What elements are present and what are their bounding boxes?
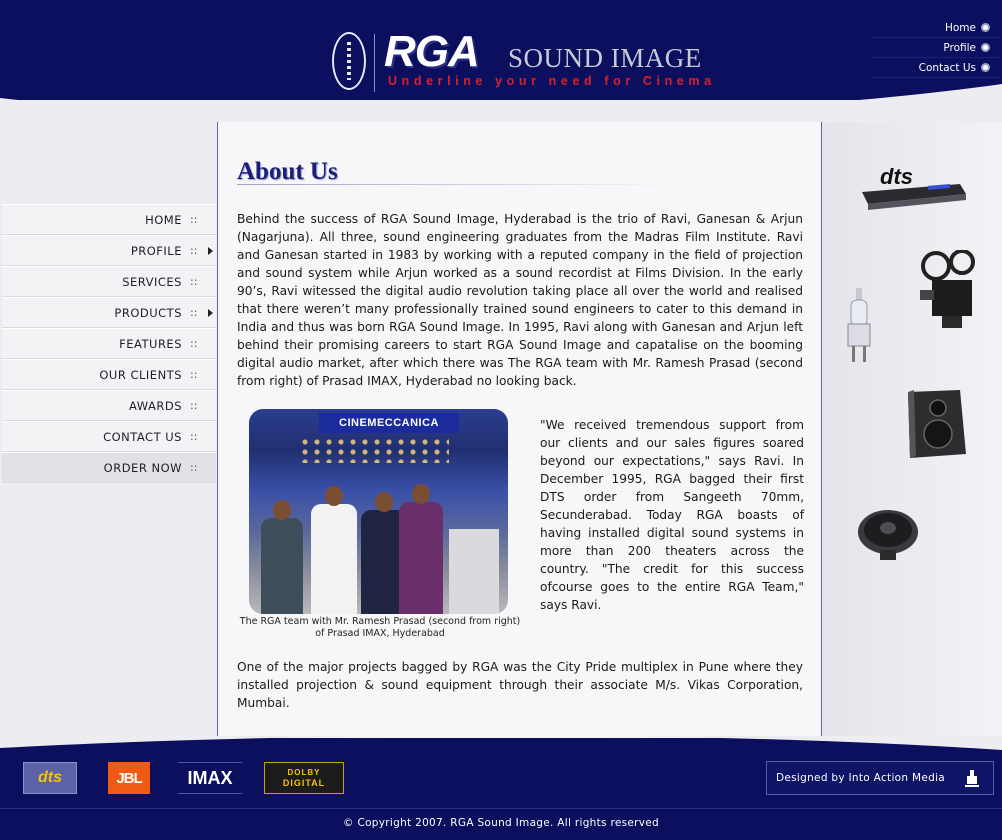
svg-text:dts: dts bbox=[880, 164, 913, 189]
bullet-icon bbox=[981, 63, 990, 72]
logo-divider bbox=[374, 34, 375, 92]
top-nav-profile-label: Profile bbox=[943, 41, 976, 54]
sidebar-item-separator: :: bbox=[190, 399, 198, 412]
about-paragraph-1: Behind the success of RGA Sound Image, H… bbox=[237, 212, 803, 388]
submenu-arrow-icon bbox=[208, 309, 213, 317]
sidebar-item-separator: :: bbox=[190, 275, 198, 288]
sidebar-item-products[interactable]: PRODUCTS :: bbox=[2, 297, 216, 328]
sidebar-item-label: OUR CLIENTS bbox=[99, 367, 182, 382]
imax-logo[interactable]: IMAX bbox=[178, 762, 242, 794]
sidebar-nav: HOME :: PROFILE :: SERVICES :: PRODUCTS … bbox=[2, 204, 216, 483]
quote-paragraph: "We received tremendous support from our… bbox=[540, 418, 804, 612]
dolby-logo-top: DOLBY bbox=[287, 768, 321, 777]
sidebar-item-label: PROFILE bbox=[130, 243, 182, 258]
designer-logo-icon bbox=[965, 770, 979, 787]
page-title: About Us bbox=[237, 158, 338, 185]
logo-tagline: Underline your need for Cinema bbox=[388, 74, 716, 88]
sidebar-item-contact-us[interactable]: CONTACT US :: bbox=[2, 421, 216, 452]
film-projector-image bbox=[920, 250, 975, 328]
designer-credit-label: Designed by Into Action Media bbox=[776, 772, 946, 784]
dts-processor-image: dts bbox=[862, 164, 966, 210]
sidebar-item-order-now[interactable]: ORDER NOW :: bbox=[2, 452, 216, 483]
sidebar-item-label: SERVICES bbox=[122, 274, 182, 289]
sidebar-item-separator: :: bbox=[190, 337, 198, 350]
jbl-logo[interactable]: JBL bbox=[108, 762, 150, 794]
dolby-digital-logo[interactable]: DOLBY DIGITAL bbox=[264, 762, 344, 794]
sidebar-item-separator: :: bbox=[190, 461, 198, 474]
sidebar-item-separator: :: bbox=[190, 368, 198, 381]
photo-person bbox=[261, 500, 303, 614]
left-column: HOME :: PROFILE :: SERVICES :: PRODUCTS … bbox=[0, 122, 218, 742]
right-column: dts bbox=[822, 122, 1002, 742]
bullet-icon bbox=[981, 43, 990, 52]
footer-divider bbox=[0, 808, 1002, 809]
page-body: HOME :: PROFILE :: SERVICES :: PRODUCTS … bbox=[0, 100, 1002, 748]
sidebar-item-profile[interactable]: PROFILE :: bbox=[2, 235, 216, 266]
sidebar-item-label: AWARDS bbox=[129, 398, 182, 413]
woofer-driver-image bbox=[858, 510, 918, 560]
photo-lights bbox=[299, 437, 449, 463]
photo-person bbox=[311, 486, 357, 614]
sidebar-item-separator: :: bbox=[190, 430, 198, 443]
film-reel-icon bbox=[332, 32, 366, 90]
photo-caption: The RGA team with Mr. Ramesh Prasad (sec… bbox=[239, 616, 521, 639]
designer-credit-link[interactable]: Designed by Into Action Media bbox=[766, 761, 994, 795]
logo-sound-image-text: SOUND IMAGE bbox=[508, 43, 702, 73]
main-content: About Us Behind the success of RGA Sound… bbox=[218, 122, 822, 742]
top-nav-home-label: Home bbox=[944, 21, 976, 34]
sidebar-item-label: PRODUCTS bbox=[114, 305, 182, 320]
title-underline bbox=[237, 184, 677, 185]
photo-person bbox=[399, 484, 443, 614]
sidebar-item-services[interactable]: SERVICES :: bbox=[2, 266, 216, 297]
photo-banner-text: CINEMECCANICA bbox=[319, 413, 459, 433]
bullet-icon bbox=[981, 23, 990, 32]
sidebar-item-label: HOME bbox=[145, 212, 182, 227]
logo-rga-text: RGA bbox=[384, 27, 480, 76]
footer-curve bbox=[0, 736, 1002, 750]
projector-lamp-image bbox=[847, 288, 871, 362]
copyright-text: © Copyright 2007. RGA Sound Image. All r… bbox=[343, 817, 659, 829]
top-nav-profile[interactable]: Profile bbox=[872, 38, 1000, 58]
sidebar-item-separator: :: bbox=[190, 244, 198, 257]
sidebar-item-separator: :: bbox=[190, 213, 198, 226]
dts-logo[interactable]: dts bbox=[23, 762, 77, 794]
submenu-arrow-icon bbox=[208, 247, 213, 255]
site-logo[interactable]: RGA SOUND IMAGE Underline your need for … bbox=[332, 30, 752, 96]
sidebar-item-features[interactable]: FEATURES :: bbox=[2, 328, 216, 359]
sidebar-item-label: CONTACT US bbox=[103, 429, 182, 444]
top-nav-contact[interactable]: Contact Us bbox=[872, 58, 1000, 78]
speaker-cabinet-image bbox=[908, 390, 966, 458]
top-nav-home[interactable]: Home bbox=[872, 18, 1000, 38]
sidebar-item-label: ORDER NOW bbox=[103, 460, 182, 475]
about-paragraph-2: One of the major projects bagged by RGA … bbox=[237, 660, 803, 710]
team-photo: CINEMECCANICA bbox=[249, 409, 508, 614]
top-nav-contact-label: Contact Us bbox=[918, 61, 976, 74]
sidebar-item-awards[interactable]: AWARDS :: bbox=[2, 390, 216, 421]
photo-booth-panel bbox=[449, 529, 499, 614]
sidebar-item-label: FEATURES bbox=[119, 336, 182, 351]
sidebar-item-separator: :: bbox=[190, 306, 198, 319]
dolby-logo-bottom: DIGITAL bbox=[282, 778, 326, 788]
site-footer: dts JBL IMAX DOLBY DIGITAL Designed by I… bbox=[0, 736, 1002, 840]
sidebar-item-home[interactable]: HOME :: bbox=[2, 204, 216, 235]
top-nav: Home Profile Contact Us bbox=[872, 18, 1000, 78]
sidebar-item-our-clients[interactable]: OUR CLIENTS :: bbox=[2, 359, 216, 390]
